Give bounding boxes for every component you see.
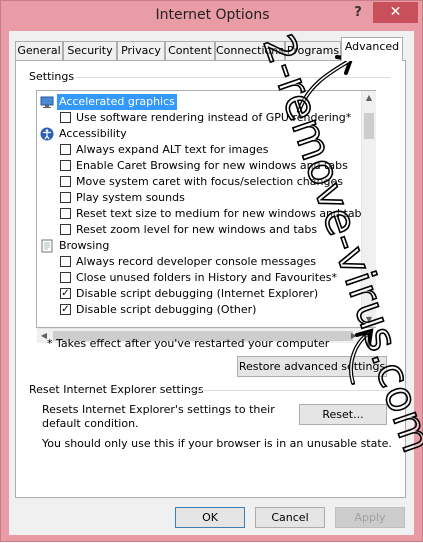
page-icon	[41, 239, 53, 253]
tab-programs[interactable]: Programs	[285, 41, 341, 60]
accessibility-icon	[40, 127, 54, 141]
settings-vertical-scrollbar[interactable]: ▲ ▼	[361, 91, 376, 327]
restart-note: * Takes effect after you've restarted yo…	[47, 337, 330, 350]
scroll-right-icon[interactable]: ▶	[347, 329, 361, 343]
tab-content[interactable]: Content	[165, 41, 215, 60]
checkbox-unchecked[interactable]	[60, 208, 71, 219]
option-label: Reset text size to medium for new window…	[76, 207, 368, 220]
checkbox-checked[interactable]: ✓	[60, 304, 71, 315]
reset-group-label: Reset Internet Explorer settings	[29, 383, 204, 396]
tab-security[interactable]: Security	[63, 41, 117, 60]
cancel-button[interactable]: Cancel	[255, 507, 325, 528]
apply-button[interactable]: Apply	[335, 507, 405, 528]
close-button[interactable]: ✕	[373, 2, 418, 23]
option-label: Disable script debugging (Internet Explo…	[76, 287, 319, 300]
checkbox-unchecked[interactable]	[60, 160, 71, 171]
reset-description: Resets Internet Explorer's settings to t…	[42, 403, 275, 430]
category-label: Accessibility	[59, 127, 127, 140]
settings-list[interactable]: Accelerated graphics Use software render…	[36, 90, 376, 328]
checkbox-unchecked[interactable]	[60, 256, 71, 267]
checkbox-unchecked[interactable]	[60, 144, 71, 155]
vertical-scroll-thumb[interactable]	[364, 113, 374, 139]
checkbox-unchecked[interactable]	[60, 112, 71, 123]
dialog-client: General Security Privacy Content Connect…	[9, 31, 414, 535]
option-label: Always record developer console messages	[76, 255, 316, 268]
option-label: Play system sounds	[76, 191, 185, 204]
restore-advanced-settings-button[interactable]: Restore advanced settings	[237, 356, 387, 377]
tab-connections[interactable]: Connections	[215, 41, 285, 60]
tab-advanced[interactable]: Advanced	[341, 37, 403, 61]
scroll-up-icon[interactable]: ▲	[362, 91, 376, 105]
option-label: Reset zoom level for new windows and tab…	[76, 223, 318, 236]
option-label: Always expand ALT text for images	[76, 143, 269, 156]
option-label: Move system caret with focus/selection c…	[76, 175, 343, 188]
ok-button[interactable]: OK	[175, 507, 245, 528]
checkbox-checked[interactable]: ✓	[60, 288, 71, 299]
checkbox-unchecked[interactable]	[60, 176, 71, 187]
settings-divider	[76, 77, 390, 78]
reset-divider	[189, 390, 390, 391]
checkbox-unchecked[interactable]	[60, 272, 71, 283]
option-label: Disable script debugging (Other)	[76, 303, 257, 316]
category-label: Accelerated graphics	[57, 94, 177, 110]
tab-general[interactable]: General	[15, 41, 63, 60]
checkbox-unchecked[interactable]	[60, 192, 71, 203]
tab-privacy[interactable]: Privacy	[117, 41, 165, 60]
internet-options-window: Internet Options ? ✕ General Security Pr…	[0, 0, 423, 542]
reset-warning: You should only use this if your browser…	[42, 437, 392, 450]
scroll-down-icon[interactable]: ▼	[362, 313, 376, 327]
monitor-icon	[40, 96, 54, 108]
reset-button[interactable]: Reset...	[299, 404, 387, 425]
checkbox-unchecked[interactable]	[60, 224, 71, 235]
help-icon[interactable]: ?	[349, 5, 367, 23]
title-bar[interactable]: Internet Options ? ✕	[1, 1, 423, 31]
category-label: Browsing	[59, 239, 110, 252]
option-label: Enable Caret Browsing for new windows an…	[76, 159, 348, 172]
settings-group-label: Settings	[29, 70, 75, 83]
option-label: Use software rendering instead of GPU re…	[76, 111, 352, 124]
option-label: Close unused folders in History and Favo…	[76, 271, 338, 284]
